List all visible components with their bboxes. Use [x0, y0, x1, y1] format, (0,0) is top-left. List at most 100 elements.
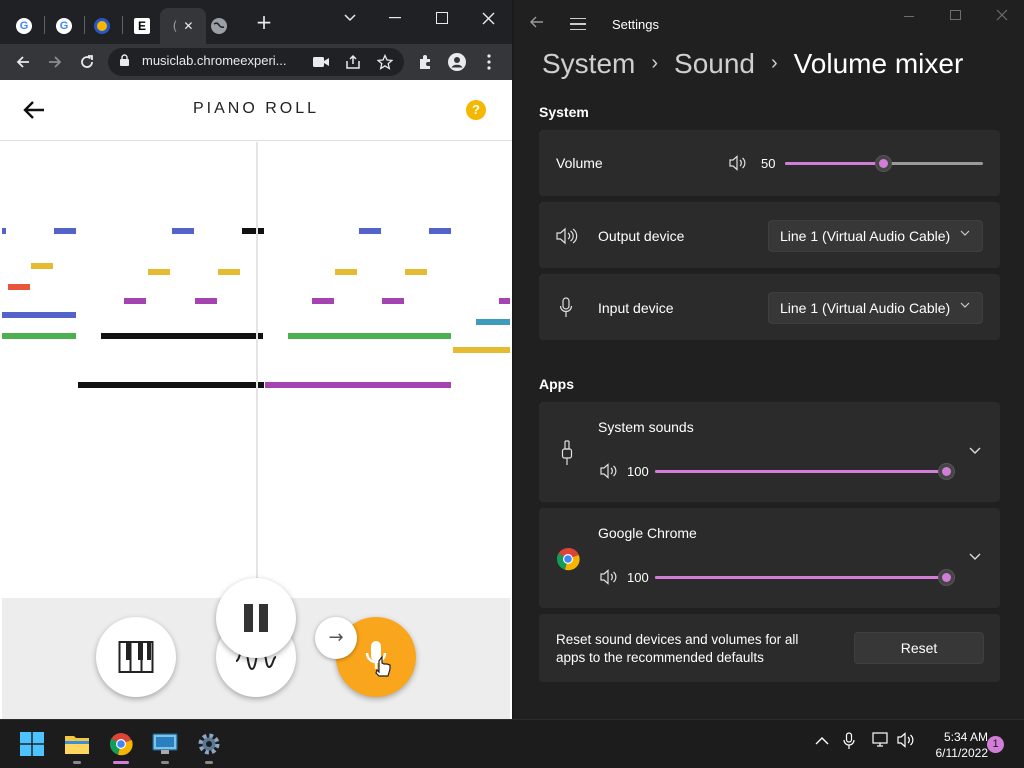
note-block: [499, 298, 510, 304]
expand-chevron-icon[interactable]: [969, 444, 981, 459]
reset-button[interactable]: Reset: [854, 632, 984, 664]
chevron-down-icon: [960, 300, 970, 313]
breadcrumb-system[interactable]: System: [542, 48, 635, 80]
e-site-icon: E: [134, 18, 150, 34]
pause-button[interactable]: [216, 578, 296, 658]
app-volume-slider[interactable]: [655, 569, 955, 586]
reset-card: Reset sound devices and volumes for all …: [539, 614, 1000, 682]
app-volume-value: 100: [627, 464, 649, 479]
tab-search-button[interactable]: [328, 4, 372, 32]
tab-google-2[interactable]: G: [46, 9, 82, 43]
tab-close-icon[interactable]: ✕: [183, 19, 193, 33]
new-tab-button[interactable]: +: [242, 8, 286, 36]
note-block: [242, 228, 264, 234]
globe-icon: [211, 18, 227, 34]
volume-label: Volume: [556, 155, 603, 171]
app-volume-slider[interactable]: [655, 463, 955, 480]
hamburger-menu-icon[interactable]: [570, 18, 586, 30]
forward-icon[interactable]: [41, 48, 69, 76]
piano-button[interactable]: [96, 617, 176, 697]
output-device-value: Line 1 (Virtual Audio Cable): [780, 228, 951, 244]
input-device-label: Input device: [598, 300, 674, 316]
bookmark-star-icon[interactable]: [371, 48, 399, 76]
google-icon: G: [16, 18, 32, 34]
speaker-output-icon: [556, 227, 578, 249]
network-icon[interactable]: [872, 732, 890, 752]
input-device-dropdown[interactable]: Line 1 (Virtual Audio Cable): [768, 292, 983, 324]
web-page: PIANO ROLL ? →: [0, 80, 512, 719]
app-card-google-chrome: Google Chrome 100: [539, 508, 1000, 608]
breadcrumb: System › Sound › Volume mixer: [542, 48, 963, 80]
note-block: [288, 333, 451, 339]
breadcrumb-sound[interactable]: Sound: [674, 48, 755, 80]
settings-window-title: Settings: [612, 17, 659, 32]
chevron-down-icon: [960, 228, 970, 241]
file-explorer-icon[interactable]: [59, 726, 95, 764]
tab-google-1[interactable]: G: [6, 9, 42, 43]
volume-value: 50: [761, 156, 776, 171]
minimize-button[interactable]: [373, 4, 417, 32]
maximize-button[interactable]: [420, 4, 464, 32]
output-device-label: Output device: [598, 228, 685, 244]
app-running-indicator: [73, 761, 81, 764]
camera-icon[interactable]: [307, 48, 335, 76]
back-icon[interactable]: [9, 48, 37, 76]
app-name: System sounds: [598, 419, 694, 435]
settings-close-button[interactable]: [996, 8, 1008, 26]
app-volume-slider-thumb[interactable]: [938, 463, 955, 480]
profile-icon[interactable]: [443, 48, 471, 76]
system-sounds-icon: [561, 440, 573, 470]
tab-active-chrome-music-lab[interactable]: ( ✕: [160, 8, 206, 44]
piano-roll-canvas[interactable]: [2, 142, 510, 598]
app-volume-slider-fill: [655, 576, 947, 579]
music-lab-icon: [94, 18, 110, 34]
note-block: [54, 228, 76, 234]
settings-maximize-button[interactable]: [950, 8, 961, 24]
reset-description-line2: apps to the recommended defaults: [556, 650, 764, 665]
app-volume-slider-thumb[interactable]: [938, 569, 955, 586]
settings-back-icon[interactable]: [530, 14, 544, 32]
settings-gear-icon[interactable]: [191, 726, 227, 764]
taskbar: 5:34 AM 6/11/2022: [0, 719, 1024, 768]
breadcrumb-separator: ›: [651, 52, 659, 74]
settings-minimize-button[interactable]: [904, 8, 914, 24]
expand-chevron-icon[interactable]: [969, 550, 981, 565]
tray-microphone-icon[interactable]: [843, 732, 855, 754]
note-block: [124, 298, 146, 304]
note-block: [31, 263, 53, 269]
note-block: [2, 333, 76, 339]
speaker-icon[interactable]: [729, 155, 747, 175]
notification-badge[interactable]: 1: [987, 736, 1004, 753]
extensions-icon[interactable]: [411, 48, 439, 76]
windows-start-icon[interactable]: [14, 726, 50, 762]
settings-window: Settings System › Sound › Volume mixer Syste…: [512, 0, 1024, 719]
help-icon[interactable]: ?: [466, 100, 486, 120]
tab-e-site[interactable]: E: [124, 9, 160, 43]
tray-volume-icon[interactable]: [897, 732, 915, 752]
reload-icon[interactable]: [73, 48, 101, 76]
app-card-system-sounds: System sounds 100: [539, 402, 1000, 502]
output-device-dropdown[interactable]: Line 1 (Virtual Audio Cable): [768, 220, 983, 252]
note-block: [101, 333, 263, 339]
close-button[interactable]: [466, 4, 510, 32]
speaker-icon[interactable]: [600, 463, 618, 483]
volume-slider[interactable]: [785, 155, 983, 172]
menu-dots-icon[interactable]: [475, 48, 503, 76]
next-song-button[interactable]: →: [315, 617, 357, 659]
clock-time: 5:34 AM: [943, 730, 988, 744]
reset-description-line1: Reset sound devices and volumes for all: [556, 632, 799, 647]
system-section-label: System: [539, 104, 589, 120]
taskbar-clock[interactable]: 5:34 AM 6/11/2022: [922, 729, 989, 761]
volume-slider-thumb[interactable]: [875, 155, 892, 172]
note-block: [195, 298, 217, 304]
share-icon[interactable]: [339, 48, 367, 76]
breadcrumb-separator: ›: [771, 52, 778, 74]
tab-music-lab[interactable]: [84, 9, 120, 43]
chrome-icon[interactable]: [103, 726, 139, 764]
tab-separator: [44, 16, 45, 34]
show-hidden-icons-chevron-icon[interactable]: [815, 734, 829, 750]
speaker-icon[interactable]: [600, 569, 618, 589]
piano-keys-icon: [118, 641, 154, 673]
remote-desktop-icon[interactable]: [147, 726, 183, 764]
tab-globe[interactable]: [201, 9, 237, 43]
